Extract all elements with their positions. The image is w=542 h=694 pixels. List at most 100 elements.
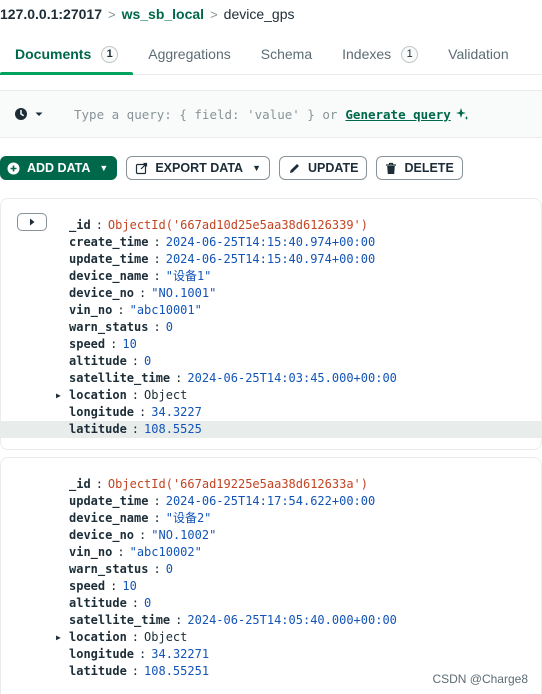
tab-label: Documents bbox=[15, 46, 92, 62]
add-data-button[interactable]: ADD DATA ▼ bbox=[0, 156, 118, 180]
field-key: create_time bbox=[69, 235, 149, 249]
field-row: vin_no: "abc10002" bbox=[69, 545, 202, 559]
document-toolbar: ADD DATA ▼ EXPORT DATA ▼ UPDATE DELETE bbox=[0, 156, 463, 180]
sparkle-icon bbox=[455, 108, 469, 120]
delete-button[interactable]: DELETE bbox=[376, 156, 463, 180]
field-row: longitude:34.3227 bbox=[69, 405, 202, 419]
field-value[interactable]: "设备1" bbox=[166, 269, 212, 283]
field-value[interactable]: 108.5525 bbox=[144, 422, 202, 436]
field-value[interactable]: "NO.1001" bbox=[151, 286, 216, 300]
field-value[interactable]: 2024-06-25T14:05:40.000+00:00 bbox=[187, 613, 397, 627]
caret-right-icon[interactable]: ▶ bbox=[56, 629, 61, 646]
field-key: _id bbox=[69, 218, 91, 232]
field-key: warn_status bbox=[69, 562, 149, 576]
tab-label: Schema bbox=[260, 46, 313, 62]
field-key: update_time bbox=[69, 494, 149, 508]
field-row: satellite_time:2024-06-25T14:03:45.000+0… bbox=[69, 371, 397, 385]
field-key: speed bbox=[69, 337, 106, 351]
tab-count-badge: 1 bbox=[401, 45, 419, 63]
field-value[interactable]: 34.32271 bbox=[151, 647, 209, 661]
field-value[interactable]: 34.3227 bbox=[151, 405, 202, 419]
add-data-label: ADD DATA bbox=[27, 161, 91, 175]
clock-icon bbox=[15, 108, 27, 120]
field-value[interactable]: 2024-06-25T14:03:45.000+00:00 bbox=[187, 371, 397, 385]
field-value[interactable]: ObjectId('667ad19225e5aa38d612633a') bbox=[108, 477, 368, 491]
field-row: _id: ObjectId('667ad10d25e5aa38d6126339') bbox=[69, 218, 369, 232]
tab-schema[interactable]: Schema bbox=[246, 34, 327, 74]
field-row: warn_status:0 bbox=[69, 320, 173, 334]
field-value[interactable]: 108.55251 bbox=[144, 664, 209, 678]
field-key: altitude bbox=[69, 354, 127, 368]
update-label: UPDATE bbox=[308, 161, 359, 175]
field-value[interactable]: 10 bbox=[122, 579, 136, 593]
export-icon bbox=[135, 162, 148, 175]
field-value[interactable]: "NO.1002" bbox=[151, 528, 216, 542]
document-fields: _id: ObjectId('667ad19225e5aa38d612633a')… bbox=[1, 476, 541, 680]
query-input[interactable]: Type a query: { field: 'value' } or bbox=[74, 107, 337, 122]
tab-aggregations[interactable]: Aggregations bbox=[133, 34, 246, 74]
query-history-button[interactable] bbox=[14, 107, 44, 121]
field-key: device_no bbox=[69, 528, 135, 542]
pencil-icon bbox=[288, 162, 301, 175]
field-row: device_name: "设备2" bbox=[69, 511, 212, 525]
generate-query-link[interactable]: Generate query bbox=[345, 107, 450, 122]
field-value[interactable]: 0 bbox=[166, 562, 173, 576]
document-card[interactable]: _id: ObjectId('667ad10d25e5aa38d6126339')… bbox=[0, 198, 542, 450]
caret-down-icon: ▼ bbox=[99, 163, 109, 173]
field-key: vin_no bbox=[69, 303, 113, 317]
chevron-right-icon: > bbox=[210, 6, 218, 22]
breadcrumb-database[interactable]: ws_sb_local bbox=[122, 6, 205, 22]
field-key: latitude bbox=[69, 422, 127, 436]
document-card[interactable]: _id: ObjectId('667ad19225e5aa38d612633a')… bbox=[0, 457, 542, 694]
field-value[interactable]: ObjectId('667ad10d25e5aa38d6126339') bbox=[108, 218, 368, 232]
update-button[interactable]: UPDATE bbox=[279, 156, 368, 180]
field-value[interactable]: 10 bbox=[122, 337, 136, 351]
field-value[interactable]: 0 bbox=[144, 354, 151, 368]
tab-indexes[interactable]: Indexes 1 bbox=[327, 34, 433, 74]
field-value[interactable]: Object bbox=[144, 630, 187, 644]
field-row: altitude:0 bbox=[69, 596, 152, 610]
field-key: update_time bbox=[69, 252, 149, 266]
plus-circle-icon bbox=[7, 162, 20, 175]
field-value[interactable]: Object bbox=[144, 388, 187, 402]
field-value[interactable]: "设备2" bbox=[166, 511, 212, 525]
field-key: location bbox=[69, 388, 127, 402]
breadcrumb-collection: device_gps bbox=[223, 6, 295, 22]
tab-documents[interactable]: Documents 1 bbox=[0, 34, 134, 75]
query-placeholder: Type a query: { field: 'value' } or bbox=[74, 106, 338, 122]
field-value[interactable]: 2024-06-25T14:15:40.974+00:00 bbox=[166, 235, 376, 249]
caret-right-icon[interactable]: ▶ bbox=[56, 387, 61, 404]
field-row-hovered: latitude:108.5525 bbox=[1, 421, 541, 438]
field-key: longitude bbox=[69, 647, 135, 661]
caret-down-icon: ▼ bbox=[252, 163, 261, 173]
tab-label: Aggregations bbox=[148, 46, 231, 62]
field-value[interactable]: 0 bbox=[144, 596, 151, 610]
field-value[interactable]: 0 bbox=[166, 320, 173, 334]
tab-label: Indexes bbox=[342, 46, 392, 62]
trash-icon bbox=[385, 162, 397, 175]
field-row: device_name: "设备1" bbox=[69, 269, 212, 283]
field-row: update_time:2024-06-25T14:17:54.622+00:0… bbox=[69, 494, 376, 508]
tab-validation[interactable]: Validation bbox=[433, 34, 523, 74]
field-key: altitude bbox=[69, 596, 127, 610]
field-value[interactable]: 2024-06-25T14:15:40.974+00:00 bbox=[166, 252, 376, 266]
field-key: device_name bbox=[69, 269, 149, 283]
field-value[interactable]: "abc10002" bbox=[130, 545, 202, 559]
field-key: satellite_time bbox=[69, 371, 171, 385]
field-value[interactable]: 2024-06-25T14:17:54.622+00:00 bbox=[166, 494, 376, 508]
field-row: _id: ObjectId('667ad19225e5aa38d612633a') bbox=[69, 477, 369, 491]
field-row: longitude:34.32271 bbox=[69, 647, 210, 661]
document-fields: _id: ObjectId('667ad10d25e5aa38d6126339')… bbox=[1, 217, 541, 438]
field-row: ▶ location: Object bbox=[56, 387, 188, 404]
tab-count-badge: 1 bbox=[101, 45, 119, 63]
query-bar: Type a query: { field: 'value' } or Gene… bbox=[0, 90, 542, 138]
field-row: altitude:0 bbox=[69, 354, 152, 368]
breadcrumb-host[interactable]: 127.0.0.1:27017 bbox=[0, 6, 102, 22]
field-row: ▶ location: Object bbox=[56, 629, 188, 646]
field-value[interactable]: "abc10001" bbox=[130, 303, 202, 317]
field-key: _id bbox=[69, 477, 91, 491]
field-row: device_no: "NO.1002" bbox=[69, 528, 217, 542]
field-row: vin_no: "abc10001" bbox=[69, 303, 202, 317]
export-data-button[interactable]: EXPORT DATA ▼ bbox=[126, 156, 270, 180]
field-row: warn_status:0 bbox=[69, 562, 173, 576]
